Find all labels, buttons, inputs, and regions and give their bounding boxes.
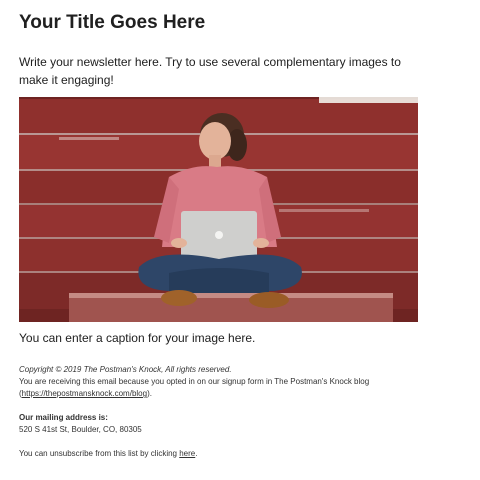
featured-image [19, 97, 418, 322]
opt-in-reason: You are receiving this email because you… [19, 377, 370, 386]
newsletter-footer: Copyright © 2019 The Postman's Knock, Al… [19, 364, 439, 460]
image-caption: You can enter a caption for your image h… [19, 331, 256, 345]
unsubscribe-link[interactable]: here [179, 449, 195, 458]
blog-link[interactable]: https://thepostmansknock.com/blog [22, 389, 147, 398]
featured-photo [19, 97, 418, 322]
intro-text: Write your newsletter here. Try to use s… [19, 55, 401, 87]
opt-in-notice: You are receiving this email because you… [19, 376, 439, 400]
mailing-address: 520 S 41st St, Boulder, CO, 80305 [19, 425, 142, 434]
blog-link-close: ). [147, 389, 152, 398]
unsubscribe-line: You can unsubscribe from this list by cl… [19, 448, 439, 460]
unsubscribe-suffix: . [195, 449, 198, 458]
page-title: Your Title Goes Here [19, 12, 206, 33]
mailing-address-label: Our mailing address is: [19, 413, 108, 422]
copyright-text: Copyright © 2019 The Postman's Knock, Al… [19, 365, 232, 374]
unsubscribe-prefix: You can unsubscribe from this list by cl… [19, 449, 180, 458]
